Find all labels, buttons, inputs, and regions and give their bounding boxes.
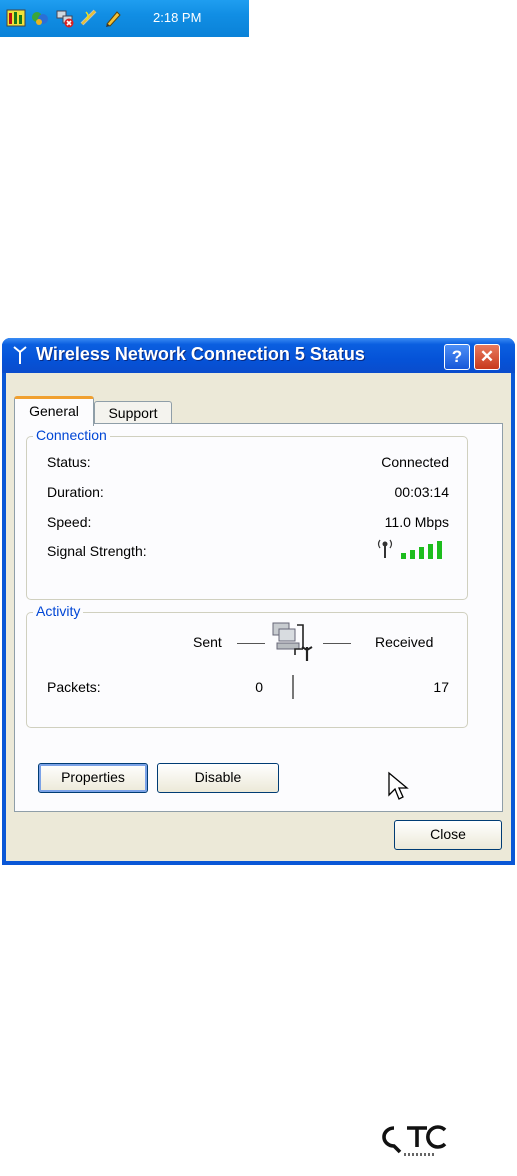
signal-bar: [428, 544, 433, 559]
network-disconnected-icon[interactable]: [55, 8, 75, 28]
computer-network-icon: [272, 622, 313, 661]
status-label: Status:: [47, 454, 91, 470]
help-button[interactable]: ?: [444, 344, 470, 370]
received-divider: [323, 643, 351, 644]
properties-button[interactable]: Properties: [38, 763, 148, 793]
packets-sent-value: 0: [255, 679, 263, 695]
pencil-tool-icon[interactable]: [103, 8, 123, 28]
qtc-wireless-logo: [382, 1125, 447, 1156]
antenna-signal-icon: [377, 539, 393, 558]
sent-divider: [237, 643, 265, 644]
taskbar-tray: 2:18 PM: [0, 0, 249, 37]
window-title: Wireless Network Connection 5 Status: [36, 344, 365, 364]
duration-label: Duration:: [47, 484, 104, 500]
activity-group: Activity Sent Received Packets: 0 17: [26, 603, 468, 728]
connection-group: Connection Status: Connected Duration: 0…: [26, 427, 468, 600]
status-value: Connected: [381, 454, 449, 470]
signal-bar: [401, 553, 406, 559]
msn-messenger-icon[interactable]: [30, 8, 50, 28]
close-button[interactable]: Close: [394, 820, 502, 850]
connection-legend: Connection: [33, 427, 110, 443]
network-monitor-icon[interactable]: [6, 8, 26, 28]
signal-bar: [410, 550, 415, 559]
activity-legend: Activity: [33, 603, 84, 619]
speed-label: Speed:: [47, 514, 92, 530]
received-label: Received: [375, 634, 434, 650]
disable-button[interactable]: Disable: [157, 763, 279, 793]
signal-bar: [437, 541, 442, 559]
packets-received-value: 17: [433, 679, 449, 695]
wireless-network-icon[interactable]: [79, 8, 99, 28]
packets-divider: [292, 675, 294, 699]
packets-label: Packets:: [47, 679, 101, 695]
speed-value: 11.0 Mbps: [384, 514, 449, 530]
status-dialog: Wireless Network Connection 5 Status ? ✕…: [2, 338, 515, 865]
dialog-client-area: General Support Connection Status: Conne…: [6, 373, 511, 861]
tray-clock[interactable]: 2:18 PM: [153, 10, 201, 25]
antenna-icon: [13, 346, 27, 364]
signal-bar: [419, 547, 424, 559]
tab-general[interactable]: General: [14, 396, 94, 426]
signal-strength-label: Signal Strength:: [47, 543, 147, 559]
title-bar[interactable]: Wireless Network Connection 5 Status ? ✕: [2, 338, 515, 373]
duration-value: 00:03:14: [394, 484, 450, 500]
sent-label: Sent: [193, 634, 222, 650]
window-close-button[interactable]: ✕: [474, 344, 500, 370]
mouse-cursor-icon: [388, 771, 409, 800]
tab-support[interactable]: Support: [94, 401, 172, 424]
signal-strength-indicator: [377, 539, 442, 559]
